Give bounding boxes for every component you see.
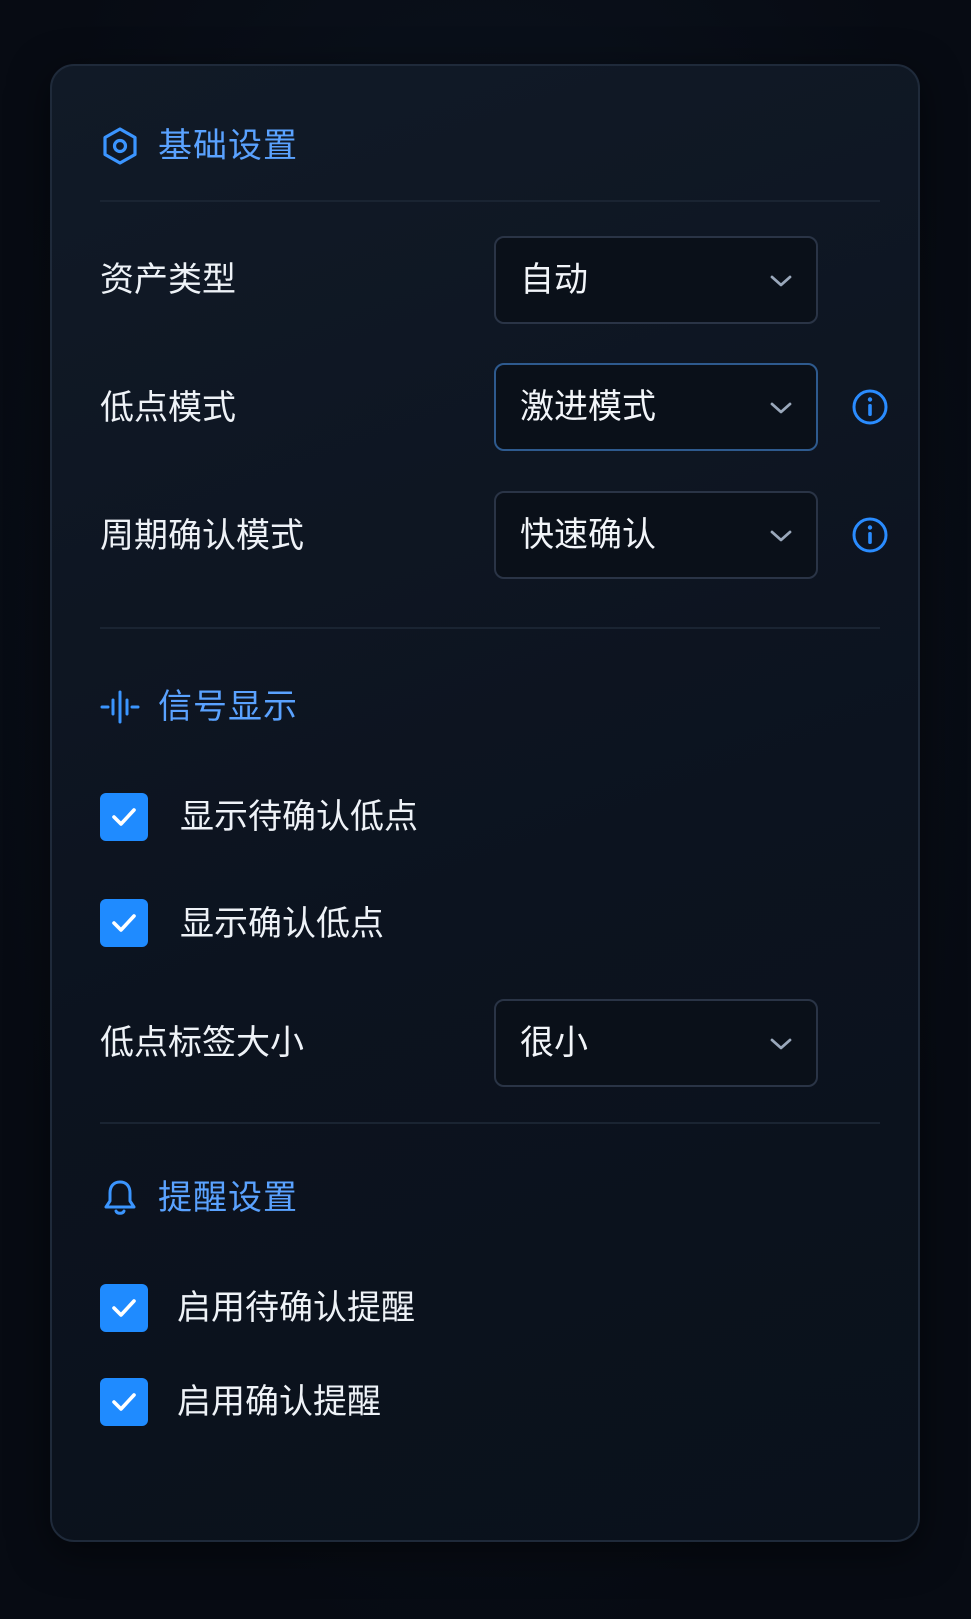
label-size-label: 低点标签大小 <box>100 1023 304 1063</box>
low-mode-label: 低点模式 <box>100 388 236 428</box>
chevron-down-icon <box>770 1038 792 1050</box>
divider <box>100 200 880 202</box>
cycle-confirm-mode-value: 快速确认 <box>520 515 656 555</box>
page: 基础设置 资产类型 自动 低点模式 激进模式 周期确认模式 快速确认 信号显示 … <box>0 0 971 1619</box>
show-confirmed-low-label[interactable]: 显示确认低点 <box>180 904 384 944</box>
checkmark-icon <box>112 1393 136 1411</box>
show-pending-low-label[interactable]: 显示待确认低点 <box>180 797 418 837</box>
asset-type-value: 自动 <box>520 260 588 300</box>
show-confirmed-low-checkbox[interactable] <box>100 899 148 947</box>
enable-confirmed-alert-label[interactable]: 启用确认提醒 <box>177 1382 381 1422</box>
label-size-value: 很小 <box>520 1023 588 1063</box>
divider <box>100 627 880 629</box>
chevron-down-icon <box>770 402 792 414</box>
cycle-confirm-mode-select[interactable]: 快速确认 <box>494 491 818 579</box>
checkmark-icon <box>112 1299 136 1317</box>
info-icon[interactable] <box>850 387 890 427</box>
chevron-down-icon <box>770 530 792 542</box>
checkmark-icon <box>112 808 136 826</box>
show-pending-low-checkbox[interactable] <box>100 793 148 841</box>
section-title-alert: 提醒设置 <box>158 1178 298 1218</box>
checkmark-icon <box>112 914 136 932</box>
section-title-signal: 信号显示 <box>158 687 298 727</box>
signal-wave-icon <box>100 690 140 724</box>
enable-pending-alert-checkbox[interactable] <box>100 1284 148 1332</box>
settings-panel: 基础设置 资产类型 自动 低点模式 激进模式 周期确认模式 快速确认 信号显示 … <box>50 64 920 1542</box>
enable-confirmed-alert-checkbox[interactable] <box>100 1378 148 1426</box>
section-title-basic: 基础设置 <box>158 126 298 166</box>
asset-type-select[interactable]: 自动 <box>494 236 818 324</box>
bell-icon <box>104 1180 136 1215</box>
enable-pending-alert-label[interactable]: 启用待确认提醒 <box>177 1288 415 1328</box>
info-icon[interactable] <box>850 515 890 555</box>
low-mode-select[interactable]: 激进模式 <box>494 363 818 451</box>
low-mode-value: 激进模式 <box>520 387 656 427</box>
hexagon-settings-icon <box>103 127 137 165</box>
label-size-select[interactable]: 很小 <box>494 999 818 1087</box>
cycle-confirm-mode-label: 周期确认模式 <box>100 516 304 556</box>
asset-type-label: 资产类型 <box>100 260 236 300</box>
divider <box>100 1122 880 1124</box>
chevron-down-icon <box>770 275 792 287</box>
